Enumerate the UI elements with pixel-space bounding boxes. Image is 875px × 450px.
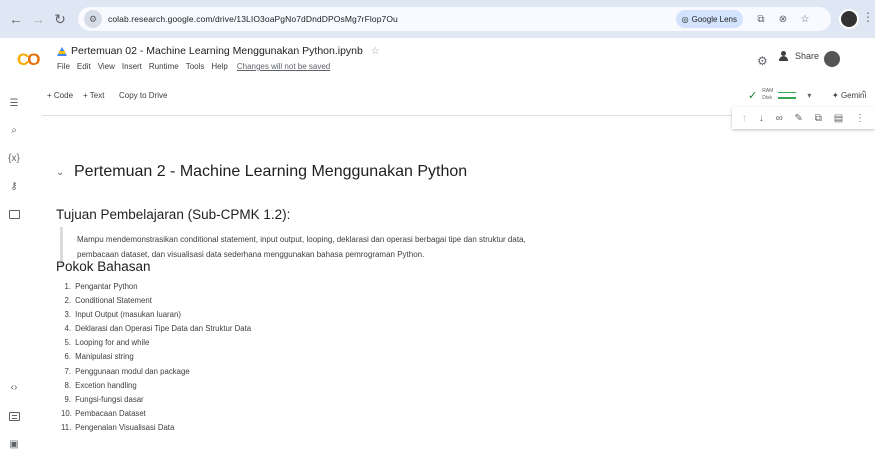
address-bar[interactable]: ⚙ colab.research.google.com/drive/13LIO3…: [78, 7, 831, 31]
drive-icon: [57, 46, 67, 56]
lens-label: Google Lens: [691, 14, 737, 24]
terminal-icon[interactable]: ▣: [7, 437, 21, 450]
changes-notice-link[interactable]: Changes will not be saved: [237, 62, 330, 71]
user-avatar[interactable]: [824, 51, 840, 67]
topics-list: 1. Pengantar Python 2. Conditional State…: [61, 280, 251, 435]
menu-tools[interactable]: Tools: [186, 62, 205, 71]
resource-bars: [778, 91, 797, 99]
back-icon[interactable]: ←: [6, 9, 26, 29]
secrets-key-icon[interactable]: ⚷: [7, 179, 21, 193]
site-info-icon[interactable]: ⚙: [84, 10, 102, 28]
chevron-down-icon[interactable]: ▾: [807, 91, 811, 100]
reload-icon[interactable]: ↻: [50, 9, 70, 29]
move-down-icon[interactable]: ↓: [759, 113, 764, 124]
delete-icon[interactable]: ▤: [834, 113, 843, 124]
notebook-title[interactable]: Pertemuan 02 - Machine Learning Mengguna…: [71, 45, 363, 57]
variables-icon[interactable]: {x}: [7, 151, 21, 165]
ram-label: RAM: [762, 88, 774, 94]
goal-blockquote: Mampu mendemonstrasikan conditional stat…: [60, 227, 760, 266]
copy-to-drive-button[interactable]: Copy to Drive: [119, 91, 167, 100]
google-lens-button[interactable]: ◎ Google Lens: [675, 10, 743, 28]
files-folder-icon[interactable]: [7, 207, 21, 221]
lens-icon: ◎: [681, 14, 689, 24]
list-item: 6. Manipulasi string: [64, 352, 134, 362]
search-icon[interactable]: ⌕: [7, 123, 21, 137]
menu-runtime[interactable]: Runtime: [149, 62, 179, 71]
connected-check-icon: ✓: [748, 89, 758, 102]
table-of-contents-icon[interactable]: ☰: [7, 96, 21, 110]
browser-menu-icon[interactable]: ⋮: [862, 10, 874, 24]
bookmark-star-icon[interactable]: ☆: [797, 11, 813, 27]
browser-profile-avatar[interactable]: [839, 9, 859, 29]
list-item: 2. Conditional Statement: [64, 296, 152, 306]
menu-edit[interactable]: Edit: [77, 62, 91, 71]
list-item: 1. Pengantar Python: [64, 282, 138, 291]
link-icon[interactable]: ∞: [776, 113, 783, 124]
chevron-up-icon[interactable]: ⌃: [860, 89, 868, 100]
add-text-cell-button[interactable]: + Text: [83, 91, 104, 100]
section-title: Pertemuan 2 - Machine Learning Menggunak…: [74, 163, 468, 180]
list-item: 4. Deklarasi dan Operasi Tipe Data dan S…: [64, 324, 252, 334]
collapse-chevron-icon[interactable]: ⌄: [56, 167, 74, 178]
section-heading[interactable]: ⌄ Pertemuan 2 - Machine Learning Menggun…: [56, 163, 467, 181]
share-label: Share: [795, 51, 820, 61]
menu-view[interactable]: View: [98, 62, 115, 71]
gemini-icon: ✦: [832, 91, 841, 100]
topics-heading: Pokok Bahasan: [56, 259, 151, 274]
runtime-resources[interactable]: ✓ RAM Disk ▾: [748, 88, 811, 102]
url-text: colab.research.google.com/drive/13LIO3oa…: [108, 14, 398, 24]
goal-heading: Tujuan Pembelajaran (Sub-CPMK 1.2):: [56, 207, 291, 222]
command-palette-icon[interactable]: [7, 409, 21, 423]
menu-bar: File Edit View Insert Runtime Tools Help…: [57, 62, 330, 71]
star-icon[interactable]: ☆: [371, 46, 380, 57]
menu-file[interactable]: File: [57, 62, 70, 71]
settings-gear-icon[interactable]: ⚙: [757, 54, 768, 68]
colab-logo[interactable]: CO: [17, 50, 41, 70]
list-item: 11. Pengenalan Visualisasi Data: [61, 422, 175, 432]
translate-icon[interactable]: ⧉: [753, 11, 769, 27]
mirror-cell-icon[interactable]: ⧉: [815, 113, 822, 124]
people-icon: [779, 51, 791, 61]
goal-text-line-1: Mampu mendemonstrasikan conditional stat…: [77, 235, 526, 244]
edit-pencil-icon[interactable]: ✎: [795, 113, 803, 124]
list-item: 8. Excetion handling: [64, 380, 137, 390]
move-up-icon[interactable]: ↑: [742, 113, 747, 124]
goal-text-line-2: pembacaan dataset, dan visualisasi data …: [77, 249, 425, 259]
cell-toolbar: ↑ ↓ ∞ ✎ ⧉ ▤ ⋮: [732, 107, 875, 129]
cookie-icon[interactable]: ⊗: [775, 11, 791, 27]
share-button[interactable]: Share: [779, 51, 819, 61]
code-snippets-icon[interactable]: ‹›: [7, 380, 21, 394]
forward-icon[interactable]: →: [28, 9, 48, 29]
add-code-cell-button[interactable]: + Code: [47, 91, 73, 100]
colab-header: CO Pertemuan 02 - Machine Learning Mengg…: [0, 38, 875, 80]
disk-label: Disk: [762, 95, 772, 101]
menu-help[interactable]: Help: [211, 62, 227, 71]
more-options-icon[interactable]: ⋮: [855, 113, 865, 124]
list-item: 9. Fungsi-fungsi dasar: [64, 394, 144, 404]
list-item: 5. Looping for and while: [64, 338, 150, 348]
browser-toolbar: ← → ↻ ⚙ colab.research.google.com/drive/…: [0, 0, 875, 38]
list-item: 3. Input Output (masukan luaran): [64, 310, 181, 320]
list-item: 7. Penggunaan modul dan package: [64, 366, 190, 376]
list-item: 10. Pembacaan Dataset: [61, 408, 146, 418]
menu-insert[interactable]: Insert: [122, 62, 142, 71]
